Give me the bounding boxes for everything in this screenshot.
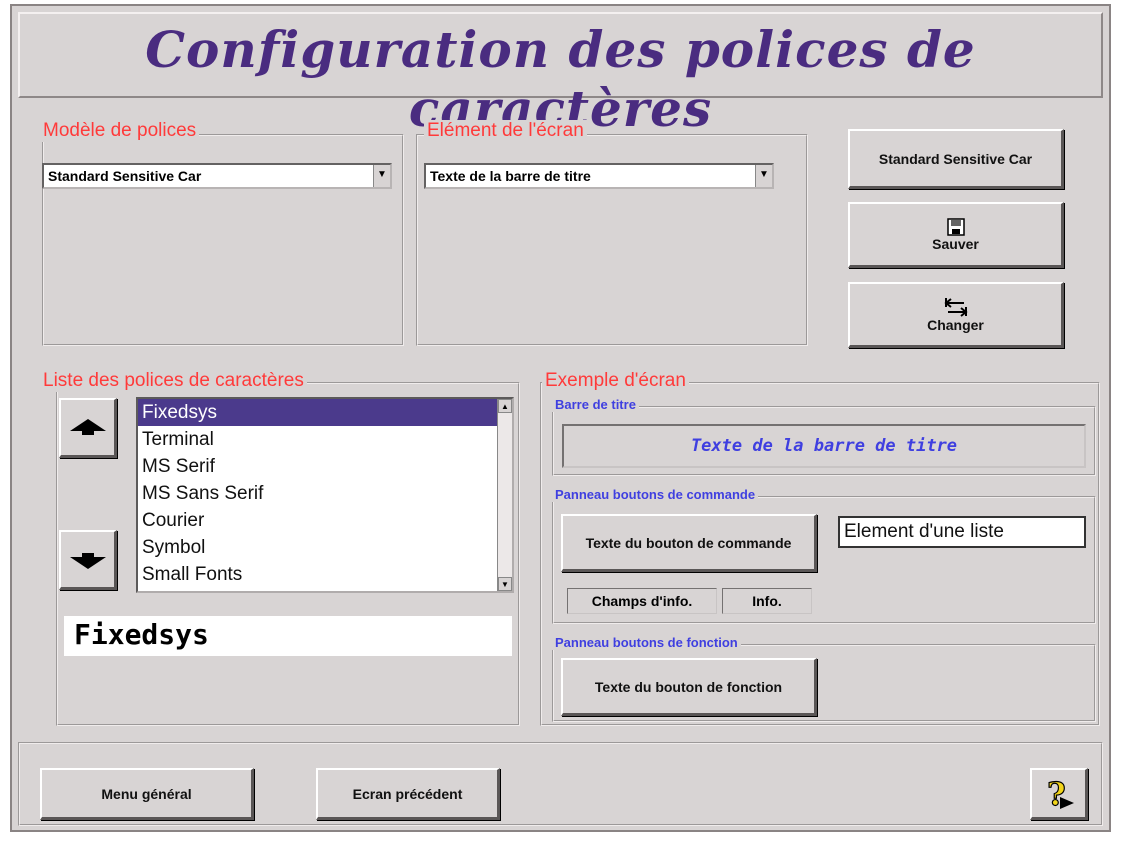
save-button-label: Sauver bbox=[932, 235, 979, 252]
font-list-item[interactable]: Fixedsys bbox=[138, 399, 512, 426]
arrow-down-icon bbox=[69, 552, 106, 569]
font-list-item[interactable]: Symbol bbox=[138, 534, 512, 561]
function-sample-button-label: Texte du bouton de fonction bbox=[594, 678, 783, 695]
change-button-label: Changer bbox=[927, 316, 984, 333]
screen-sample-label: Exemple d'écran bbox=[542, 370, 689, 392]
move-down-button[interactable] bbox=[59, 530, 117, 590]
screen-element-select[interactable]: Texte de la barre de titre ▼ bbox=[424, 163, 774, 189]
chevron-down-icon[interactable]: ▼ bbox=[755, 165, 772, 187]
main-window: Configuration des polices de caractères … bbox=[10, 4, 1111, 832]
change-button[interactable]: Changer bbox=[848, 282, 1064, 348]
standard-model-button[interactable]: Standard Sensitive Car bbox=[848, 129, 1064, 189]
font-listbox[interactable]: Fixedsys Terminal MS Serif MS Sans Serif… bbox=[136, 397, 514, 593]
font-list-label: Liste des polices de caractères bbox=[40, 370, 307, 392]
font-model-select[interactable]: Standard Sensitive Car ▼ bbox=[42, 163, 392, 189]
arrow-up-icon bbox=[69, 418, 106, 435]
floppy-disk-icon bbox=[946, 217, 965, 236]
scroll-down-icon[interactable]: ▼ bbox=[498, 577, 512, 591]
title-banner: Configuration des polices de caractères bbox=[18, 12, 1103, 138]
title-bar-sample-label: Barre de titre bbox=[552, 397, 639, 412]
previous-screen-button[interactable]: Ecran précédent bbox=[316, 768, 500, 820]
info-field-label: Champs d'info. bbox=[567, 588, 717, 614]
function-panel-label: Panneau boutons de fonction bbox=[552, 635, 741, 650]
help-button[interactable]: ? bbox=[1030, 768, 1088, 820]
command-sample-button-label: Texte du bouton de commande bbox=[585, 534, 792, 551]
font-list-scrollbar[interactable]: ▲ ▼ bbox=[497, 399, 512, 591]
command-panel-label: Panneau boutons de commande bbox=[552, 487, 759, 502]
scroll-up-icon[interactable]: ▲ bbox=[498, 399, 512, 413]
screen-element-value: Texte de la barre de titre bbox=[430, 168, 591, 184]
font-list-item[interactable]: Terminal bbox=[138, 426, 512, 453]
font-list-item[interactable]: MS Sans Serif bbox=[138, 480, 512, 507]
screen-element-label: Elément de l'écran bbox=[424, 120, 587, 142]
font-list-item[interactable]: Courier bbox=[138, 507, 512, 534]
font-list-item[interactable]: Small Fonts bbox=[138, 561, 512, 588]
function-sample-button[interactable]: Texte du bouton de fonction bbox=[561, 658, 817, 716]
title-bar-sample-text: Texte de la barre de titre bbox=[562, 424, 1086, 468]
font-list-item[interactable]: MS Serif bbox=[138, 453, 512, 480]
font-model-label: Modèle de polices bbox=[40, 120, 200, 142]
list-element-sample: Element d'une liste bbox=[838, 516, 1086, 548]
previous-screen-button-label: Ecran précédent bbox=[352, 785, 463, 802]
font-preview: Fixedsys bbox=[64, 616, 512, 656]
font-model-value: Standard Sensitive Car bbox=[48, 168, 202, 184]
swap-arrows-icon bbox=[943, 297, 968, 317]
help-question-icon: ? bbox=[1046, 775, 1074, 813]
info-field-value: Info. bbox=[722, 588, 812, 614]
standard-model-button-label: Standard Sensitive Car bbox=[878, 150, 1033, 167]
command-sample-button[interactable]: Texte du bouton de commande bbox=[561, 514, 817, 572]
main-menu-button[interactable]: Menu général bbox=[40, 768, 254, 820]
main-menu-button-label: Menu général bbox=[101, 785, 192, 802]
move-up-button[interactable] bbox=[59, 398, 117, 458]
chevron-down-icon[interactable]: ▼ bbox=[373, 165, 390, 187]
save-button[interactable]: Sauver bbox=[848, 202, 1064, 268]
